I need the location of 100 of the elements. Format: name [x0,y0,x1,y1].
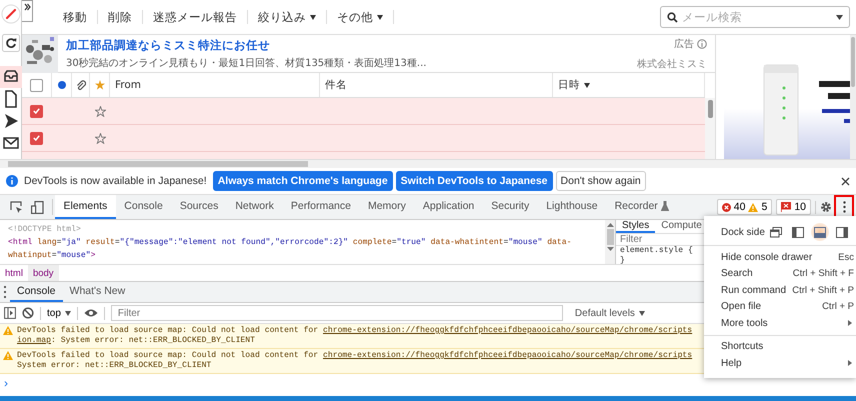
menu-item[interactable]: Shortcuts [704,338,856,355]
source-link[interactable]: chrome-extension://fheoggkfdfchfphceeifdbepaooicaho/sourceMap/chrome/scripts [323,351,692,360]
menu-item-label: More tools [721,318,768,329]
search-field[interactable]: メール検索 [660,6,850,28]
issues-counter[interactable]: 10 [776,199,811,215]
style-rule: } [619,256,625,264]
source-link[interactable]: chrome-extension://fheoggkfdfchfphceeifdbepaooicaho/sourceMap/chrome/scripts [323,326,692,335]
column-header[interactable]: 日時 [553,78,590,92]
drawer-tab[interactable]: What's New [62,282,132,302]
source-link[interactable]: ion.map [17,336,51,345]
dom-tree: <!DOCTYPE html> <html lang="ja" result="{"message":"element not found","errorcode":2}" complete="true" data-whatintent="mouse" data- whatinput="mouse"> [7,224,572,262]
star-icon[interactable] [94,106,106,116]
panel-tab[interactable]: Elements [55,195,116,219]
issue-count: 10 [794,201,806,213]
menu-item-label: Open file [721,301,762,312]
log-levels-dropdown[interactable]: Default levels [568,306,651,320]
warning-icon [3,326,13,335]
shortcut-label: Ctrl + Shift + F [792,268,854,280]
panel-tab[interactable]: Performance [282,195,360,219]
ad-title-link[interactable]: 加工部品調達ならミスミ特注にお任せ [66,38,637,52]
dock-bottom-button[interactable] [811,223,829,241]
scroll-down-icon[interactable] [606,247,614,251]
toolbar-button[interactable]: 移動 [53,10,98,24]
error-warning-counter[interactable]: 40 5 [716,199,772,215]
more-options-button[interactable] [836,197,852,217]
scroll-up-icon[interactable] [606,223,614,227]
row-checkbox[interactable] [30,132,43,144]
toolbar-button[interactable]: 削除 [98,10,143,24]
console-message: DevTools failed to load source map: Could not load content for chrome-extension://fheoggkfdfchfphceeifdbepaooicaho/sourceMap/chrome/scripts [17,326,692,336]
info-icon[interactable] [697,38,707,48]
scrollbar-thumb[interactable] [8,161,308,167]
console-message: ion.map: System error: net::ERR_BLOCKED_BY_CLIENT [17,336,256,346]
search-icon [667,12,678,22]
panel-tab[interactable]: Sources [171,195,227,219]
shortcut-label: Esc [838,252,854,263]
refresh-icon[interactable] [2,34,20,52]
panel-tab[interactable]: Memory [359,195,414,219]
inbox-icon[interactable] [0,66,22,88]
scrollbar-thumb[interactable] [606,229,614,245]
infobar-message: DevTools is now available in Japanese! [24,175,207,187]
infobar-button[interactable]: Switch DevTools to Japanese [396,171,553,191]
sidebar-tab[interactable]: Compute [655,220,704,233]
settings-icon[interactable] [820,201,832,213]
dock-undock-icon [770,226,782,238]
caret-icon [836,14,843,20]
console-filter-field[interactable]: Filter [110,305,563,321]
toolbar-button[interactable]: 絞り込み [248,10,327,24]
warning-count: 5 [761,201,768,213]
panel-tab[interactable]: Application [414,195,483,219]
clear-icon[interactable] [22,307,34,319]
panel-tab[interactable]: Network [226,195,282,219]
column-header[interactable]: 件名 [320,78,347,92]
context-dropdown[interactable]: top [47,308,71,318]
flask-icon [660,201,669,211]
menu-item[interactable]: More tools [704,315,856,332]
warning-icon [748,202,758,212]
flag-icon [781,202,792,212]
infobar-button[interactable]: Always match Chrome's language [212,171,393,191]
console-prompt: › [3,375,8,390]
checkmark-icon [33,108,40,114]
breadcrumb[interactable]: body [28,265,59,281]
eye-icon[interactable] [84,308,98,318]
inspect-icon[interactable] [10,200,23,214]
drawer-tab[interactable]: Console [10,282,63,302]
infobar-button[interactable]: Don't show again [556,171,646,191]
panel-tab[interactable]: Recorder [606,195,678,219]
panel-tab[interactable]: Console [116,195,172,219]
toolbar-button[interactable]: 迷惑メール報告 [143,10,248,24]
device-icon[interactable] [31,200,44,214]
ad-label: 広告 [674,38,694,50]
menu-item[interactable]: Help [704,355,856,372]
close-icon[interactable] [841,176,850,186]
column-header[interactable]: From [110,79,142,91]
expand-button[interactable] [22,0,33,22]
double-chevron-icon [24,3,30,11]
select-all-checkbox[interactable] [30,78,43,92]
info-icon [6,175,18,187]
toolbar-button[interactable]: その他 [327,10,394,24]
breadcrumb[interactable]: html [0,265,28,281]
scrollbar-thumb[interactable] [708,100,712,118]
panel-tab[interactable]: Security [482,195,538,219]
menu-item-label: Hide console drawer [721,252,812,263]
star-icon[interactable] [94,132,106,144]
menu-item[interactable]: Run command Ctrl + Shift + P [704,282,856,298]
menu-item[interactable]: Hide console drawer Esc [704,249,856,266]
shortcut-label: Ctrl + Shift + P [792,284,854,296]
styles-filter-field[interactable]: Filter [616,234,704,246]
error-icon [722,202,731,212]
menu-item-label: Shortcuts [721,341,764,352]
panel-tab[interactable]: Lighthouse [538,195,606,219]
compose-icon[interactable] [0,4,20,24]
unread-dot-icon [56,80,66,90]
scrollbar-thumb[interactable] [851,37,855,87]
sidebar-toggle-icon[interactable] [4,307,16,319]
menu-item[interactable]: Open file Ctrl + P [704,298,856,315]
paperclip-icon [76,80,86,90]
menu-item[interactable]: Search Ctrl + Shift + F [704,266,856,282]
shortcut-label: Ctrl + P [822,301,854,312]
dock-left-icon [792,226,804,238]
row-checkbox[interactable] [30,104,43,118]
